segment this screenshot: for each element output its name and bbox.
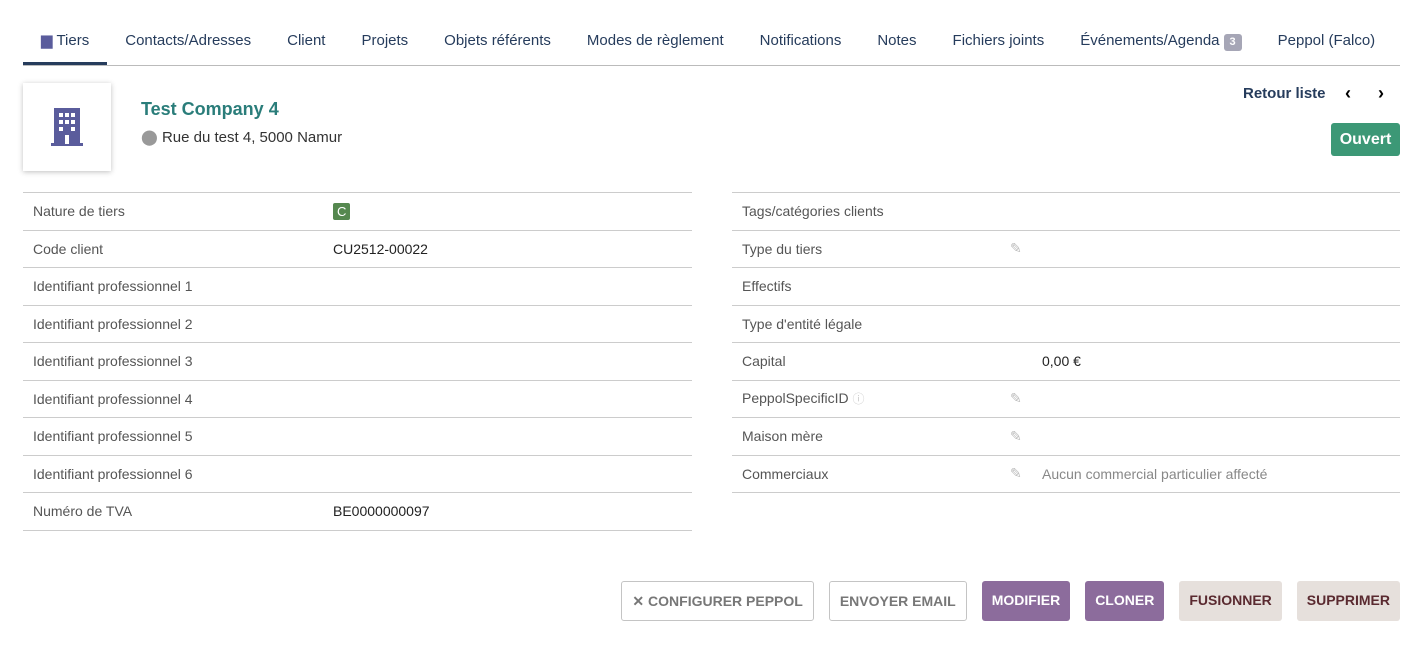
merge-button[interactable]: FUSIONNER bbox=[1179, 581, 1282, 621]
action-buttons: ✕ CONFIGURER PEPPOL ENVOYER EMAIL MODIFI… bbox=[621, 581, 1400, 621]
field-label: Type du tiers bbox=[732, 229, 1000, 268]
field-label: PeppolSpecificID ⓘ bbox=[732, 379, 1000, 418]
field-label: Code client bbox=[23, 229, 323, 268]
table-row: Identifiant professionnel 6 bbox=[23, 454, 692, 493]
field-label: Nature de tiers bbox=[23, 192, 323, 231]
field-label: Type d'entité légale bbox=[732, 304, 1000, 343]
field-label: Identifiant professionnel 4 bbox=[23, 379, 323, 418]
table-row: Identifiant professionnel 2 bbox=[23, 304, 692, 343]
table-row: Type d'entité légale bbox=[732, 304, 1400, 343]
table-row: Effectifs bbox=[732, 267, 1400, 306]
field-label: Maison mère bbox=[732, 417, 1000, 456]
tab-client[interactable]: Client bbox=[269, 17, 343, 65]
field-value: BE0000000097 bbox=[323, 492, 692, 531]
field-label: Commerciaux bbox=[732, 454, 1000, 493]
field-value: CU2512-00022 bbox=[323, 229, 692, 268]
field-value bbox=[323, 417, 692, 456]
tab-reglement[interactable]: Modes de règlement bbox=[569, 17, 742, 65]
count-badge: 3 bbox=[1223, 34, 1242, 51]
edit-pencil-icon[interactable]: ✎ bbox=[1000, 417, 1032, 456]
field-label: Numéro de TVA bbox=[23, 492, 323, 531]
field-label: Capital bbox=[732, 342, 1000, 381]
tab-notes[interactable]: Notes bbox=[859, 17, 934, 65]
clone-button[interactable]: CLONER bbox=[1085, 581, 1165, 621]
tab-label: Événements/Agenda bbox=[1080, 32, 1220, 49]
field-value bbox=[323, 304, 692, 343]
send-email-button[interactable]: ENVOYER EMAIL bbox=[828, 581, 967, 621]
field-value: Aucun commercial particulier affecté bbox=[1032, 454, 1400, 493]
table-row: Identifiant professionnel 3 bbox=[23, 342, 692, 381]
field-label: Identifiant professionnel 2 bbox=[23, 304, 323, 343]
table-row: Type du tiers ✎ bbox=[732, 229, 1400, 268]
table-row: Numéro de TVA BE0000000097 bbox=[23, 492, 692, 531]
building-icon bbox=[51, 108, 83, 146]
address-text: Rue du test 4, 5000 Namur bbox=[161, 129, 343, 146]
edit-pencil-icon[interactable]: ✎ bbox=[1000, 229, 1032, 268]
company-address: ⬤ Rue du test 4, 5000 Namur bbox=[141, 128, 342, 146]
nature-badge: C bbox=[333, 202, 351, 220]
building-icon: ▆ bbox=[41, 32, 53, 49]
table-row: Identifiant professionnel 5 bbox=[23, 417, 692, 456]
field-label: Identifiant professionnel 3 bbox=[23, 342, 323, 381]
tab-projets[interactable]: Projets bbox=[343, 17, 426, 65]
left-fields-table: Nature de tiers C Code client CU2512-00022… bbox=[23, 192, 692, 531]
field-value bbox=[323, 267, 692, 306]
field-value bbox=[323, 454, 692, 493]
field-value: 0,00 € bbox=[1032, 342, 1400, 381]
field-label: Identifiant professionnel 1 bbox=[23, 267, 323, 306]
tab-peppol[interactable]: Peppol (Falco) bbox=[1260, 17, 1394, 65]
edit-pencil-icon[interactable]: ✎ bbox=[1000, 379, 1032, 418]
table-row: Identifiant professionnel 1 bbox=[23, 267, 692, 306]
table-row: Capital 0,00 € bbox=[732, 342, 1400, 381]
table-row: Tags/catégories clients bbox=[732, 192, 1400, 231]
table-row: Nature de tiers C bbox=[23, 192, 692, 231]
field-label: Effectifs bbox=[732, 267, 1000, 306]
table-row: Identifiant professionnel 4 bbox=[23, 379, 692, 418]
table-row: Code client CU2512-00022 bbox=[23, 229, 692, 268]
back-to-list-link[interactable]: Retour liste bbox=[1243, 85, 1326, 102]
field-value bbox=[323, 342, 692, 381]
next-icon[interactable]: › bbox=[1378, 83, 1384, 104]
tab-tiers[interactable]: ▆ Tiers bbox=[23, 17, 108, 65]
modify-button[interactable]: MODIFIER bbox=[981, 581, 1071, 621]
field-label: Identifiant professionnel 6 bbox=[23, 454, 323, 493]
tab-label: Tiers bbox=[56, 32, 90, 49]
field-label: Identifiant professionnel 5 bbox=[23, 417, 323, 456]
status-badge: Ouvert bbox=[1331, 123, 1400, 156]
tab-contacts[interactable]: Contacts/Adresses bbox=[107, 17, 269, 65]
tab-notifications[interactable]: Notifications bbox=[742, 17, 860, 65]
field-label-text: PeppolSpecificID bbox=[742, 390, 849, 407]
company-name: Test Company 4 bbox=[141, 99, 279, 119]
delete-button[interactable]: SUPPRIMER bbox=[1296, 581, 1400, 621]
previous-icon[interactable]: ‹ bbox=[1345, 83, 1351, 104]
company-logo bbox=[23, 83, 111, 171]
configure-peppol-button[interactable]: ✕ CONFIGURER PEPPOL bbox=[621, 581, 814, 621]
table-row: Commerciaux ✎ Aucun commercial particulier… bbox=[732, 454, 1400, 493]
tab-objets[interactable]: Objets référents bbox=[426, 17, 569, 65]
tab-agenda[interactable]: Événements/Agenda 3 bbox=[1062, 17, 1259, 65]
info-icon[interactable]: ⓘ bbox=[853, 392, 865, 406]
table-row: Maison mère ✎ bbox=[732, 417, 1400, 456]
field-value bbox=[323, 379, 692, 418]
tab-fichiers[interactable]: Fichiers joints bbox=[935, 17, 1063, 65]
field-label: Tags/catégories clients bbox=[732, 192, 1000, 231]
map-pin-icon: ⬤ bbox=[141, 129, 158, 146]
right-fields-table: Tags/catégories clients Type du tiers ✎ E… bbox=[732, 192, 1400, 493]
table-row: PeppolSpecificID ⓘ ✎ bbox=[732, 379, 1400, 418]
edit-pencil-icon[interactable]: ✎ bbox=[1000, 454, 1032, 493]
tab-bar: ▆ Tiers Contacts/Adresses Client Projets… bbox=[23, 17, 1400, 66]
